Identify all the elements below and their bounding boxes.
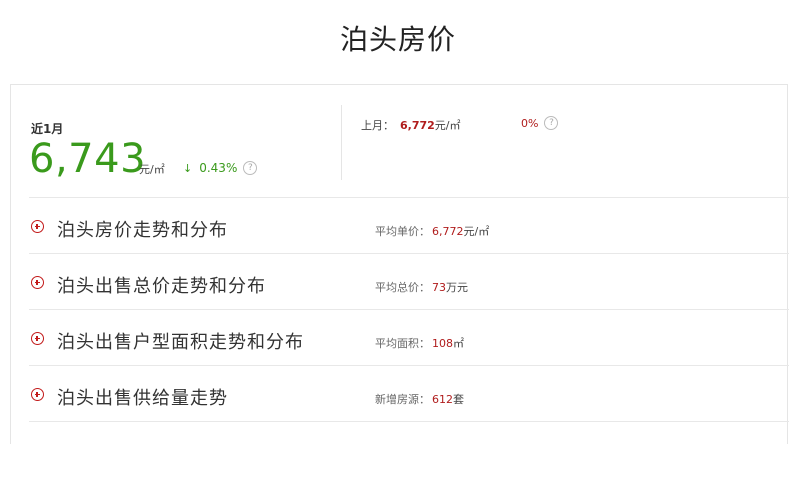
page-title: 泊头房价 xyxy=(340,23,457,56)
last-month-value: 6,772 xyxy=(400,119,435,132)
question-circle-icon[interactable]: ? xyxy=(243,161,258,175)
row-title[interactable]: 泊头出售户型面积走势和分布 xyxy=(57,328,304,354)
trend-row-supply[interactable]: 泊头出售供给量走势 新增房源： 612套 xyxy=(29,365,789,421)
stat-value: 612 xyxy=(432,393,453,406)
plus-circle-icon[interactable] xyxy=(31,220,44,233)
trend-row-area[interactable]: 泊头出售户型面积走势和分布 平均面积： 108㎡ xyxy=(29,309,789,365)
recent-price-unit: 元/㎡ xyxy=(139,163,165,176)
month-over-month: 0% ? xyxy=(521,116,559,130)
last-month-label: 上月： xyxy=(361,119,394,132)
row-stat: 新增房源： 612套 xyxy=(375,391,464,407)
down-arrow-icon: ↓ xyxy=(183,161,193,175)
price-panel: 近1月 6,743 元/㎡ ↓ 0.43% ? 上月： 6,772 元/㎡ 0%… xyxy=(10,84,789,444)
stat-label: 平均单价： xyxy=(375,225,430,238)
divider xyxy=(341,105,342,180)
stat-unit: 万元 xyxy=(446,281,468,294)
row-stat: 平均单价： 6,772元/㎡ xyxy=(375,223,489,239)
stat-label: 平均面积： xyxy=(375,337,430,350)
mom-value: 0% xyxy=(521,116,539,130)
price-change-value: 0.43% xyxy=(199,161,238,175)
trend-row-total-price[interactable]: 泊头出售总价走势和分布 平均总价： 73万元 xyxy=(29,253,789,309)
last-month-unit: 元/㎡ xyxy=(434,119,461,132)
recent-price-value: 6,743 xyxy=(29,136,147,182)
row-stat: 平均总价： 73万元 xyxy=(375,279,468,295)
stat-unit: 套 xyxy=(453,393,464,406)
stat-label: 平均总价： xyxy=(375,281,430,294)
price-summary: 近1月 6,743 元/㎡ ↓ 0.43% ? 上月： 6,772 元/㎡ 0%… xyxy=(11,85,787,197)
plus-circle-icon[interactable] xyxy=(31,276,44,289)
plus-circle-icon[interactable] xyxy=(31,388,44,401)
stat-unit: 元/㎡ xyxy=(463,225,490,238)
stat-value: 6,772 xyxy=(432,225,464,238)
stat-unit: ㎡ xyxy=(453,337,464,350)
stat-value: 73 xyxy=(432,281,446,294)
row-stat: 平均面积： 108㎡ xyxy=(375,335,464,351)
trend-row-next xyxy=(29,421,789,477)
row-title[interactable]: 泊头出售供给量走势 xyxy=(57,384,228,410)
plus-circle-icon[interactable] xyxy=(31,332,44,345)
question-circle-icon[interactable]: ? xyxy=(544,116,559,130)
trend-row-price[interactable]: 泊头房价走势和分布 平均单价： 6,772元/㎡ xyxy=(29,197,789,253)
price-change: ↓ 0.43% ? xyxy=(183,161,258,175)
last-month-price: 上月： 6,772 元/㎡ xyxy=(361,117,461,133)
stat-label: 新增房源： xyxy=(375,393,430,406)
row-title[interactable]: 泊头房价走势和分布 xyxy=(57,216,228,242)
row-title[interactable]: 泊头出售总价走势和分布 xyxy=(57,272,266,298)
stat-value: 108 xyxy=(432,337,453,350)
